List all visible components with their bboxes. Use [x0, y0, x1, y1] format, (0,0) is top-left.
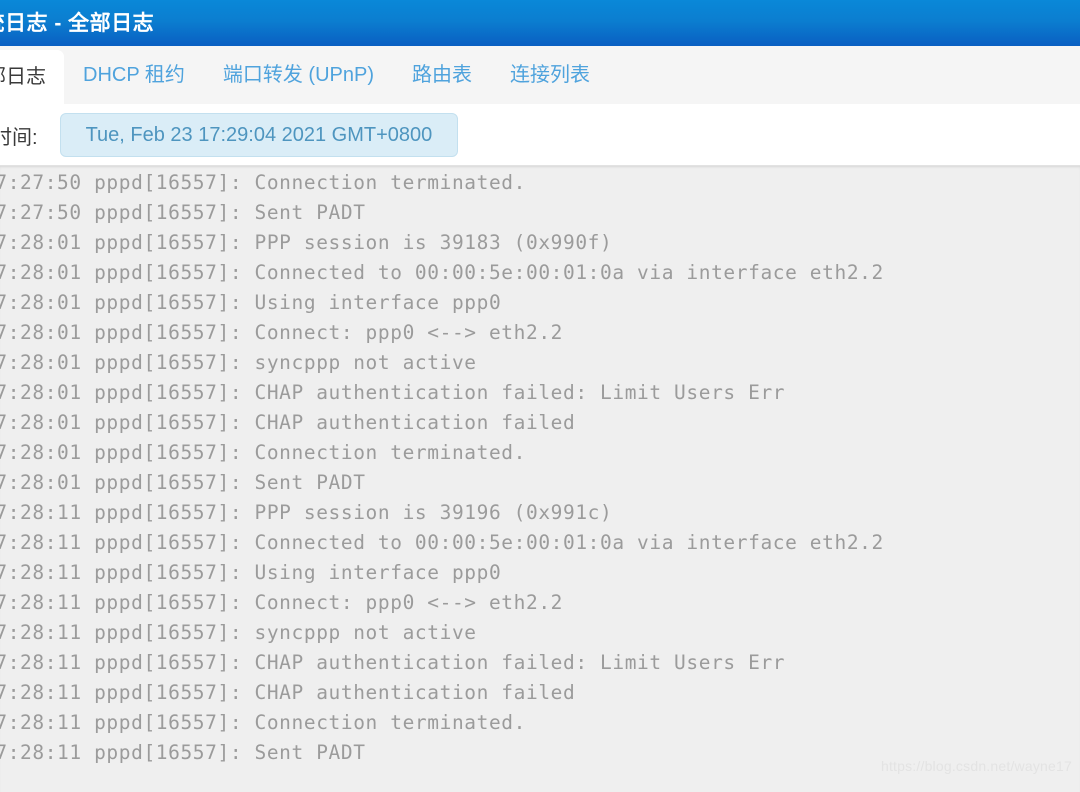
- log-line: 23 17:28:01 pppd[16557]: syncppp not act…: [0, 351, 477, 374]
- log-line: 23 17:28:11 pppd[16557]: PPP session is …: [0, 501, 613, 524]
- log-line: 23 17:28:01 pppd[16557]: Sent PADT: [0, 471, 366, 494]
- log-line: 23 17:28:11 pppd[16557]: CHAP authentica…: [0, 681, 576, 704]
- system-time-row: 系统时间: Tue, Feb 23 17:29:04 2021 GMT+0800: [0, 104, 1080, 166]
- tab-routing-table[interactable]: 路由表: [393, 46, 491, 104]
- log-line: 23 17:28:11 pppd[16557]: Sent PADT: [0, 741, 366, 764]
- log-line: 23 17:28:01 pppd[16557]: Connected to 00…: [0, 261, 884, 284]
- tab-bar: 全部日志 DHCP 租约 端口转发 (UPnP) 路由表 连接列表: [0, 46, 1080, 104]
- log-line: 23 17:28:01 pppd[16557]: Connect: ppp0 <…: [0, 321, 563, 344]
- tab-routing-table-label: 路由表: [412, 64, 472, 86]
- title-bar: 系统日志 - 全部日志: [0, 0, 1080, 46]
- log-line: 23 17:28:01 pppd[16557]: CHAP authentica…: [0, 381, 786, 404]
- log-line: 23 17:28:11 pppd[16557]: Connect: ppp0 <…: [0, 591, 563, 614]
- log-line: 23 17:27:50 pppd[16557]: Sent PADT: [0, 201, 366, 224]
- system-time-group: 系统时间: Tue, Feb 23 17:29:04 2021 GMT+0800: [0, 104, 459, 166]
- tab-connection-list[interactable]: 连接列表: [491, 46, 609, 104]
- log-line: 23 17:28:11 pppd[16557]: Connection term…: [0, 711, 526, 734]
- tab-port-forwarding-upnp[interactable]: 端口转发 (UPnP): [204, 46, 393, 104]
- system-time-value: Tue, Feb 23 17:29:04 2021 GMT+0800: [59, 113, 459, 157]
- log-line-list: 23 17:27:50 pppd[16557]: Connection term…: [0, 168, 884, 768]
- log-line: 23 17:28:01 pppd[16557]: CHAP authentica…: [0, 411, 576, 434]
- tab-connection-list-label: 连接列表: [510, 64, 590, 86]
- tab-dhcp-leases-label: DHCP 租约: [83, 64, 185, 86]
- tab-dhcp-leases[interactable]: DHCP 租约: [64, 46, 204, 104]
- tab-all-logs-label: 全部日志: [0, 66, 46, 88]
- log-line: 23 17:28:01 pppd[16557]: Connection term…: [0, 441, 526, 464]
- log-line: 23 17:28:11 pppd[16557]: syncppp not act…: [0, 621, 477, 644]
- log-line: 23 17:28:11 pppd[16557]: CHAP authentica…: [0, 651, 786, 674]
- log-line: 23 17:28:11 pppd[16557]: Using interface…: [0, 561, 502, 584]
- tab-all-logs[interactable]: 全部日志: [0, 50, 64, 104]
- log-output-panel[interactable]: 23 17:27:50 pppd[16557]: Connection term…: [0, 166, 1080, 792]
- log-line: 23 17:27:50 pppd[16557]: Connection term…: [0, 171, 526, 194]
- log-line: 23 17:28:01 pppd[16557]: PPP session is …: [0, 231, 613, 254]
- log-line: 23 17:28:11 pppd[16557]: Connected to 00…: [0, 531, 884, 554]
- tab-port-forwarding-upnp-label: 端口转发 (UPnP): [222, 64, 374, 86]
- page-title: 系统日志 - 全部日志: [0, 12, 155, 35]
- router-admin-page: 系统日志 - 全部日志 全部日志 DHCP 租约 端口转发 (UPnP) 路由表…: [0, 0, 1080, 792]
- system-time-label: 系统时间:: [0, 126, 38, 149]
- tab-list: 全部日志 DHCP 租约 端口转发 (UPnP) 路由表 连接列表: [0, 46, 609, 104]
- log-line: 23 17:28:01 pppd[16557]: Using interface…: [0, 291, 502, 314]
